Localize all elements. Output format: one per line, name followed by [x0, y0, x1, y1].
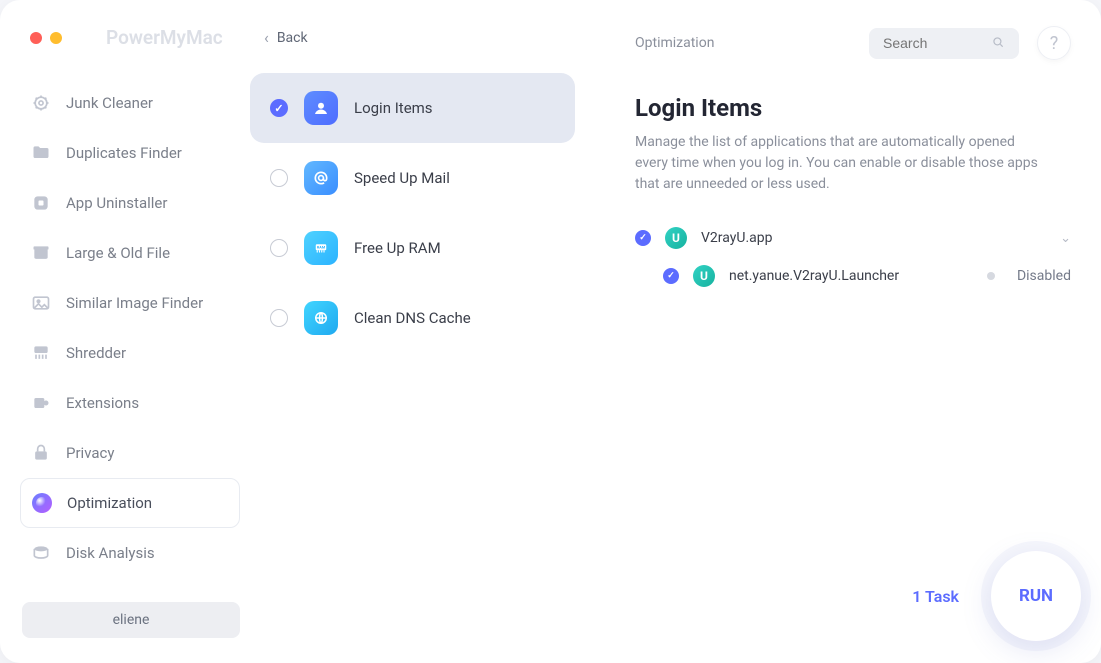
- help-button[interactable]: ?: [1037, 26, 1071, 60]
- sidebar: Junk Cleaner Duplicates Finder App Unins…: [0, 0, 250, 663]
- optimization-icon: [31, 492, 53, 514]
- details-header: Optimization ?: [605, 16, 1101, 60]
- task-count: 1 Task: [912, 587, 959, 606]
- v2rayu-launcher-icon: U: [693, 265, 715, 287]
- option-clean-dns-cache[interactable]: Clean DNS Cache: [250, 283, 575, 353]
- run-button[interactable]: RUN: [991, 551, 1081, 641]
- section-description: Manage the list of applications that are…: [635, 132, 1041, 195]
- sidebar-item-extensions[interactable]: Extensions: [0, 378, 250, 428]
- back-button[interactable]: ‹ Back: [250, 16, 605, 73]
- gear-icon: [30, 92, 52, 114]
- minimize-window-button[interactable]: [50, 32, 62, 44]
- svg-text:RAM: RAM: [317, 245, 326, 249]
- login-item-parent[interactable]: U V2rayU.app ⌄: [605, 219, 1101, 257]
- archive-icon: [30, 242, 52, 264]
- sidebar-item-label: Duplicates Finder: [66, 144, 182, 162]
- status-dot-icon: [987, 272, 995, 280]
- option-speed-up-mail[interactable]: Speed Up Mail: [250, 143, 575, 213]
- breadcrumb: Optimization: [635, 35, 714, 51]
- sidebar-item-label: Large & Old File: [66, 244, 170, 262]
- option-label: Login Items: [354, 99, 433, 117]
- sidebar-item-label: Shredder: [66, 344, 126, 362]
- sidebar-item-disk-analysis[interactable]: Disk Analysis: [0, 528, 250, 578]
- footer: 1 Task RUN: [912, 551, 1081, 641]
- at-sign-icon: [304, 161, 338, 195]
- section-title: Login Items: [635, 94, 1071, 122]
- user-circle-icon: [304, 91, 338, 125]
- sidebar-item-similar-image-finder[interactable]: Similar Image Finder: [0, 278, 250, 328]
- sidebar-item-large-old-file[interactable]: Large & Old File: [0, 228, 250, 278]
- option-free-up-ram[interactable]: RAM Free Up RAM: [250, 213, 575, 283]
- app-icon: [30, 192, 52, 214]
- sidebar-item-label: Junk Cleaner: [66, 94, 153, 112]
- v2rayu-app-icon: U: [665, 227, 687, 249]
- app-window: PowerMyMac Junk Cleaner Duplicates Finde…: [0, 0, 1101, 663]
- disk-icon: [30, 542, 52, 564]
- checkbox-v2rayu-app[interactable]: [635, 230, 651, 246]
- back-label: Back: [277, 30, 308, 46]
- sidebar-item-label: Privacy: [66, 444, 114, 462]
- ram-chip-icon: RAM: [304, 231, 338, 265]
- sidebar-item-optimization[interactable]: Optimization: [20, 478, 240, 528]
- folder-icon: [30, 142, 52, 164]
- search-input[interactable]: [883, 35, 991, 51]
- chevron-left-icon: ‹: [264, 28, 269, 47]
- sidebar-item-duplicates-finder[interactable]: Duplicates Finder: [0, 128, 250, 178]
- question-icon: ?: [1050, 33, 1059, 54]
- optimization-options-panel: ‹ Back Login Items Speed Up Mail RAM Fre…: [250, 0, 605, 663]
- details-panel: Optimization ? Login Items Manage the li…: [605, 0, 1101, 663]
- sidebar-item-label: Extensions: [66, 394, 139, 412]
- sidebar-item-label: App Uninstaller: [66, 194, 167, 212]
- image-icon: [30, 292, 52, 314]
- login-item-child[interactable]: U net.yanue.V2rayU.Launcher Disabled: [605, 257, 1101, 295]
- option-label: Clean DNS Cache: [354, 309, 471, 327]
- checkbox-speed-up-mail[interactable]: [270, 169, 288, 187]
- option-label: Speed Up Mail: [354, 169, 450, 187]
- window-controls: [30, 32, 62, 44]
- checkbox-clean-dns[interactable]: [270, 309, 288, 327]
- option-label: Free Up RAM: [354, 239, 441, 257]
- search-input-wrapper[interactable]: [869, 28, 1019, 59]
- sidebar-item-junk-cleaner[interactable]: Junk Cleaner: [0, 78, 250, 128]
- search-icon: [991, 34, 1005, 53]
- checkbox-free-up-ram[interactable]: [270, 239, 288, 257]
- sidebar-item-privacy[interactable]: Privacy: [0, 428, 250, 478]
- sidebar-item-shredder[interactable]: Shredder: [0, 328, 250, 378]
- login-item-name: V2rayU.app: [701, 230, 773, 246]
- status-text: Disabled: [1017, 268, 1071, 284]
- login-item-child-name: net.yanue.V2rayU.Launcher: [729, 268, 899, 284]
- shredder-icon: [30, 342, 52, 364]
- sidebar-item-app-uninstaller[interactable]: App Uninstaller: [0, 178, 250, 228]
- chevron-down-icon[interactable]: ⌄: [1060, 231, 1071, 246]
- lock-icon: [30, 442, 52, 464]
- option-login-items[interactable]: Login Items: [250, 73, 575, 143]
- run-label: RUN: [1019, 586, 1053, 606]
- sidebar-item-label: Similar Image Finder: [66, 294, 203, 312]
- checkbox-v2rayu-launcher[interactable]: [663, 268, 679, 284]
- puzzle-icon: [30, 392, 52, 414]
- app-title: PowerMyMac: [106, 26, 223, 49]
- dns-globe-icon: [304, 301, 338, 335]
- close-window-button[interactable]: [30, 32, 42, 44]
- sidebar-item-label: Optimization: [67, 494, 152, 512]
- checkbox-login-items[interactable]: [270, 99, 288, 117]
- user-badge[interactable]: eliene: [22, 602, 240, 638]
- sidebar-item-label: Disk Analysis: [66, 544, 155, 562]
